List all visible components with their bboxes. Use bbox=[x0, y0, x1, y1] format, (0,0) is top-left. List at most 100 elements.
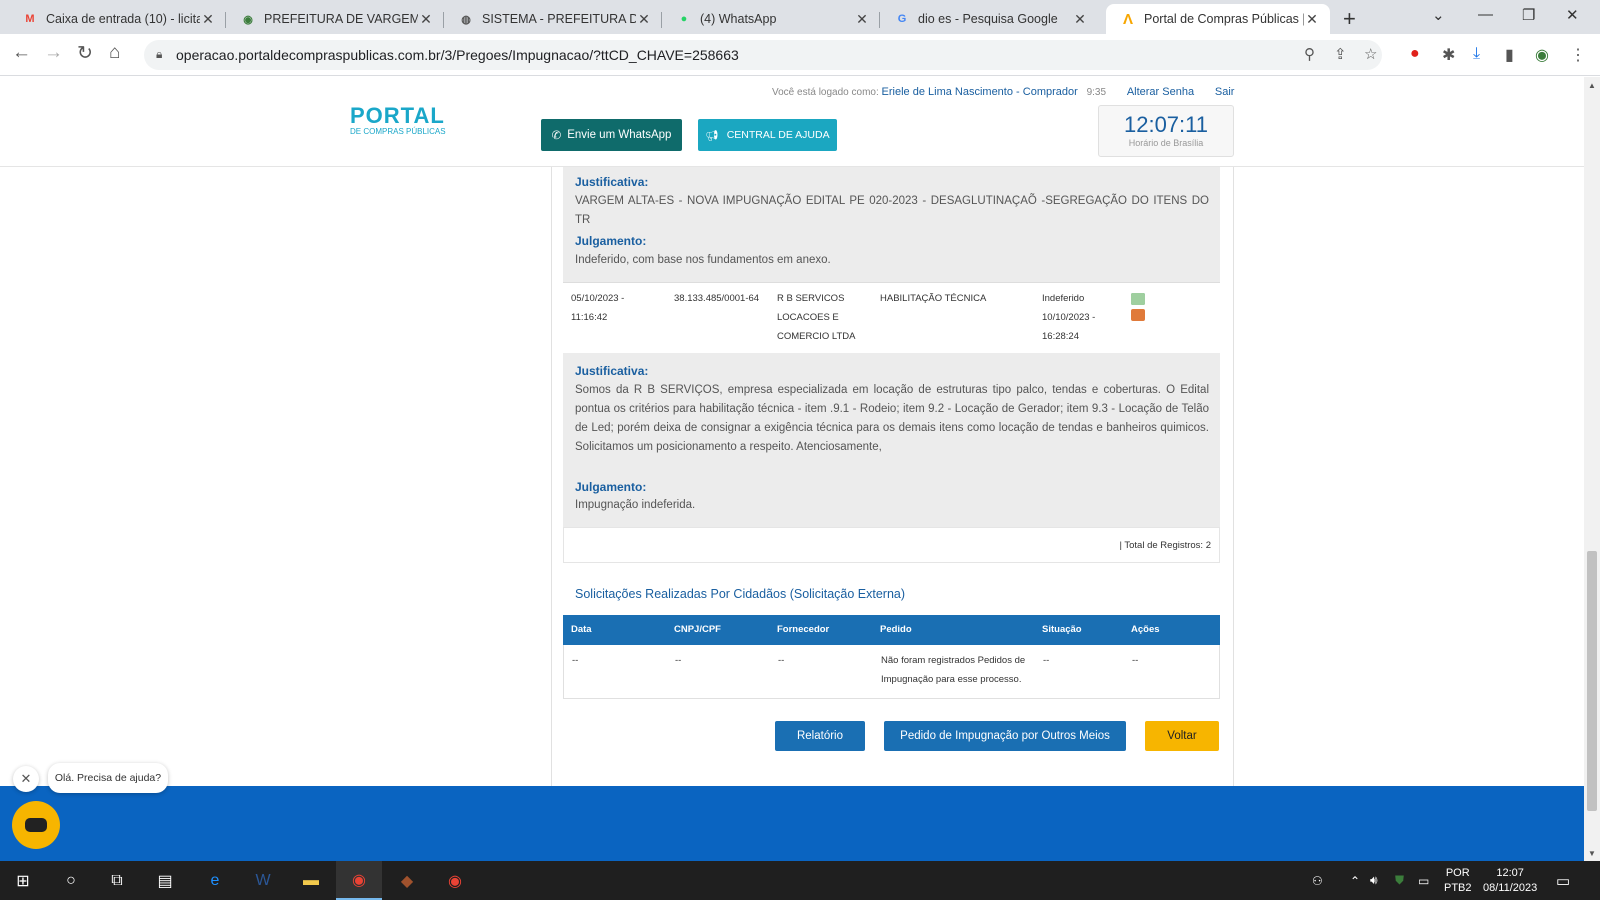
clock-time: 12:07:11 bbox=[1123, 112, 1208, 137]
tab-whatsapp[interactable]: ● (4) WhatsApp ✕ bbox=[662, 4, 880, 34]
impugnacao-detail-2: Justificativa: Somos da R B SERVIÇOS, em… bbox=[563, 353, 1220, 527]
clock[interactable]: 12:07 08/11/2023 bbox=[1483, 861, 1537, 900]
close-icon[interactable]: ✕ bbox=[1304, 11, 1320, 28]
justificativa-label: Justificativa: bbox=[575, 175, 649, 189]
volume-icon[interactable]: 🔊︎ bbox=[1370, 861, 1378, 900]
julgamento-label: Julgamento: bbox=[575, 234, 647, 248]
home-icon[interactable]: ⌂ bbox=[109, 42, 120, 64]
cell-situacao: -- bbox=[1043, 655, 1050, 666]
profile-avatar[interactable]: ◉ bbox=[1535, 45, 1549, 65]
scanner-app-icon[interactable]: ▤ bbox=[142, 861, 188, 900]
change-password-link[interactable]: Alterar Senha bbox=[1127, 86, 1194, 98]
impugnacao-panel: Justificativa: VARGEM ALTA-ES - NOVA IMP… bbox=[551, 167, 1234, 841]
browser-tab-bar: M Caixa de entrada (10) - licitac ✕ ◉ PR… bbox=[0, 0, 1600, 34]
tab-gmail[interactable]: M Caixa de entrada (10) - licitac ✕ bbox=[8, 4, 226, 34]
logo-subtext: DE COMPRAS PÚBLICAS bbox=[350, 127, 446, 136]
chat-launcher-button[interactable] bbox=[12, 801, 60, 849]
opera-extension-icon[interactable]: ● bbox=[1410, 45, 1420, 63]
portal-logo[interactable]: PORTAL DE COMPRAS PÚBLICAS bbox=[350, 103, 446, 136]
people-icon[interactable]: ⚇ bbox=[1312, 861, 1323, 900]
site-footer bbox=[0, 786, 1584, 861]
relatorio-button[interactable]: Relatório bbox=[775, 721, 865, 751]
minimize-button[interactable]: — bbox=[1478, 6, 1493, 23]
lang-text: POR bbox=[1445, 866, 1470, 879]
scroll-up-icon[interactable]: ▲ bbox=[1588, 81, 1596, 90]
julgamento-label: Julgamento: bbox=[575, 480, 647, 494]
page-scrollbar[interactable]: ▲ ▼ bbox=[1584, 77, 1600, 861]
table-header: Data CNPJ/CPF Fornecedor Pedido Situação… bbox=[563, 615, 1220, 645]
language-indicator[interactable]: POR PTB2 bbox=[1444, 861, 1472, 900]
col-situacao: Situação bbox=[1042, 624, 1082, 635]
chat-close-button[interactable]: ✕ bbox=[13, 766, 39, 792]
back-icon[interactable]: ← bbox=[12, 42, 31, 64]
close-icon[interactable]: ✕ bbox=[1072, 11, 1088, 28]
chrome-profile-icon[interactable]: ◉ bbox=[432, 861, 478, 900]
tab-label: Caixa de entrada (10) - licitac bbox=[46, 12, 200, 26]
security-icon[interactable]: ⛊ bbox=[1395, 861, 1404, 900]
tab-prefeitura[interactable]: ◉ PREFEITURA DE VARGEM ALT ✕ bbox=[226, 4, 444, 34]
search-icon[interactable]: ○ bbox=[48, 861, 94, 900]
file-explorer-icon[interactable]: ▬ bbox=[288, 861, 334, 900]
portal-icon: Λ bbox=[1122, 10, 1133, 28]
whatsapp-button[interactable]: ✆ Envie um WhatsApp bbox=[541, 119, 682, 151]
restore-button[interactable]: ❐ bbox=[1522, 6, 1535, 24]
chat-icon bbox=[25, 818, 47, 832]
new-tab-button[interactable]: + bbox=[1343, 6, 1356, 32]
tab-portal-compras[interactable]: Λ Portal de Compras Públicas | ✕ bbox=[1106, 4, 1330, 34]
tab-sistema[interactable]: ◍ SISTEMA - PREFEITURA DE V ✕ bbox=[444, 4, 662, 34]
help-center-button[interactable]: 📢︎ CENTRAL DE AJUDA bbox=[698, 119, 837, 151]
tray-chevron-icon[interactable]: ⌃ bbox=[1350, 861, 1360, 900]
side-panel-icon[interactable]: ▮ bbox=[1505, 45, 1514, 65]
tab-search-icon[interactable]: ⌄ bbox=[1432, 6, 1445, 24]
chrome-icon[interactable]: ◉ bbox=[336, 861, 382, 900]
google-icon: G bbox=[897, 13, 907, 25]
word-icon[interactable]: W bbox=[240, 861, 286, 900]
download-icon[interactable]: ⤓ bbox=[1473, 45, 1480, 63]
app-icon[interactable]: ◆ bbox=[384, 861, 430, 900]
tab-label: (4) WhatsApp bbox=[700, 12, 777, 26]
url-field[interactable]: 🔒︎ operacao.portaldecompraspublicas.com.… bbox=[144, 40, 1382, 70]
outros-meios-button[interactable]: Pedido de Impugnação por Outros Meios bbox=[884, 721, 1126, 751]
tab-label: SISTEMA - PREFEITURA DE V bbox=[482, 12, 636, 26]
clock-label: Horário de Brasília bbox=[1128, 138, 1204, 148]
scroll-thumb[interactable] bbox=[1587, 551, 1597, 811]
clock-time: 12:07 bbox=[1496, 866, 1524, 879]
download-attachment-icon[interactable] bbox=[1131, 293, 1145, 305]
close-icon[interactable]: ✕ bbox=[200, 11, 216, 28]
justificativa-label: Justificativa: bbox=[575, 364, 649, 378]
table-row: -- -- -- Não foram registrados Pedidos d… bbox=[563, 645, 1220, 699]
row-status-date: 10/10/2023 - bbox=[1042, 312, 1096, 323]
task-view-icon[interactable]: ⧉ bbox=[94, 861, 140, 900]
chat-greeting[interactable]: Olá. Precisa de ajuda? bbox=[48, 763, 168, 793]
menu-kebab-icon[interactable]: ⋮ bbox=[1570, 45, 1586, 65]
voltar-button[interactable]: Voltar bbox=[1145, 721, 1219, 751]
col-fornecedor: Fornecedor bbox=[777, 624, 830, 635]
row-supplier-2: LOCACOES E bbox=[777, 312, 839, 323]
lock-icon[interactable]: 🔒︎ bbox=[156, 47, 162, 62]
windows-start-icon[interactable]: ⊞ bbox=[0, 861, 46, 900]
user-name: Eriele de Lima Nascimento - Comprador bbox=[881, 86, 1078, 98]
extensions-puzzle-icon[interactable]: ✱ bbox=[1442, 45, 1455, 65]
close-window-button[interactable]: ✕ bbox=[1566, 6, 1579, 24]
close-icon[interactable]: ✕ bbox=[418, 11, 434, 28]
zoom-icon[interactable]: ⚲ bbox=[1304, 45, 1315, 63]
scroll-down-icon[interactable]: ▼ bbox=[1588, 849, 1596, 858]
network-icon[interactable]: ▭ bbox=[1418, 861, 1429, 900]
julgamento-text: Impugnação indeferida. bbox=[575, 499, 696, 511]
edit-icon[interactable] bbox=[1131, 309, 1145, 321]
notifications-icon[interactable]: ▭ bbox=[1556, 861, 1570, 900]
logout-link[interactable]: Sair bbox=[1215, 86, 1235, 98]
tab-google[interactable]: G dio es - Pesquisa Google ✕ bbox=[880, 4, 1098, 34]
forward-icon[interactable]: → bbox=[44, 42, 63, 64]
cell-fornecedor: -- bbox=[778, 655, 785, 666]
internet-explorer-icon[interactable]: e bbox=[192, 861, 238, 900]
close-icon[interactable]: ✕ bbox=[636, 11, 652, 28]
row-status-time: 16:28:24 bbox=[1042, 331, 1079, 342]
reload-icon[interactable]: ↻ bbox=[77, 42, 93, 65]
login-info: Você está logado como: Eriele de Lima Na… bbox=[772, 86, 1234, 98]
bookmark-star-icon[interactable]: ☆ bbox=[1364, 45, 1377, 63]
close-icon[interactable]: ✕ bbox=[854, 11, 870, 28]
row-status: Indeferido bbox=[1042, 293, 1085, 304]
share-icon[interactable]: ⇪ bbox=[1334, 45, 1347, 63]
url-text: operacao.portaldecompraspublicas.com.br/… bbox=[176, 47, 739, 63]
